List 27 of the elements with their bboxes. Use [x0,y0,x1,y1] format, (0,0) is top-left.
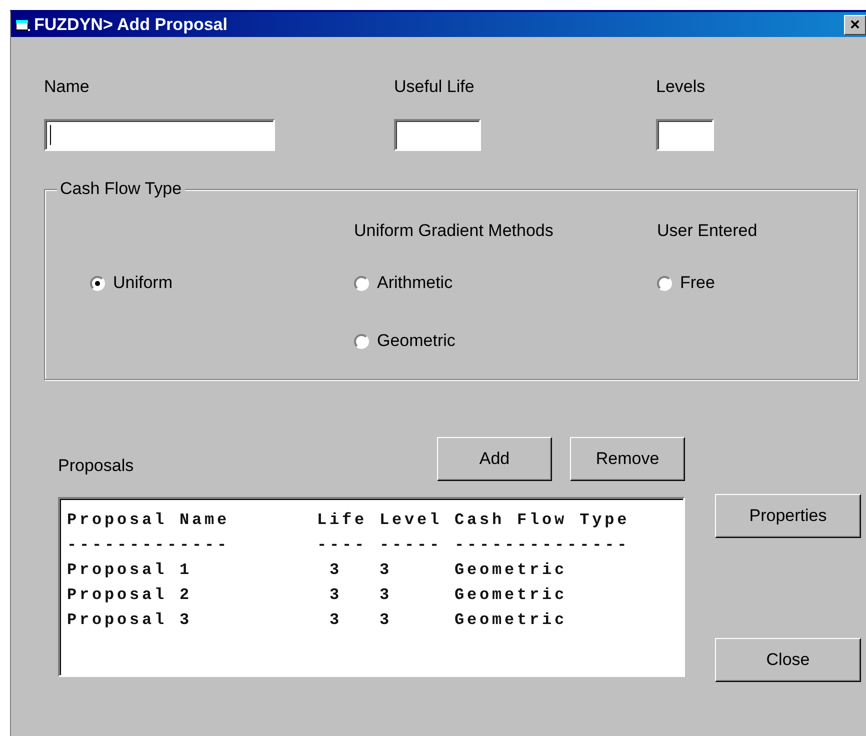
radio-button[interactable]: Arithmetic [354,273,657,293]
list-line: Proposal 3 3 3 Geometric [67,610,568,631]
input-field[interactable] [44,119,275,151]
list-line: Proposal Name Life Level Cash Flow Type [67,510,630,531]
field-label: Useful Life [394,77,476,97]
input-field[interactable] [656,119,714,151]
field-label: Name [44,77,90,97]
window-icon [15,18,31,32]
radio-button[interactable]: Uniform [90,273,354,293]
column-heading: User Entered [657,221,758,241]
proposal-list[interactable]: Proposal Name Life Level Cash Flow Type ------------- ---- ----- -------------- Proposal 1 3 3 Geometric Proposal 2 3 3 Geometric Proposal 3 3 3 Geometric [58,497,685,677]
field-label: Levels [656,77,706,97]
window-title: FUZDYN> Add Proposal [34,14,228,36]
column-heading: Uniform Gradient Methods [354,221,554,241]
push-button[interactable]: Remove [570,437,685,481]
input-field[interactable] [394,119,481,151]
push-button[interactable]: Add [437,437,552,481]
radio-button[interactable]: Free [657,273,857,293]
list-label: Proposals [58,456,135,476]
list-line: Proposal 2 3 3 Geometric [67,585,568,606]
list-line: Proposal 1 3 3 Geometric [67,560,568,581]
push-button[interactable]: Close [715,638,861,682]
push-button[interactable]: Properties [715,494,861,538]
close-button[interactable]: × [844,14,866,34]
radio-button[interactable]: Geometric [354,331,657,351]
list-line: ------------- ---- ----- -------------- [67,535,630,556]
group-title: Cash Flow Type [57,179,185,199]
